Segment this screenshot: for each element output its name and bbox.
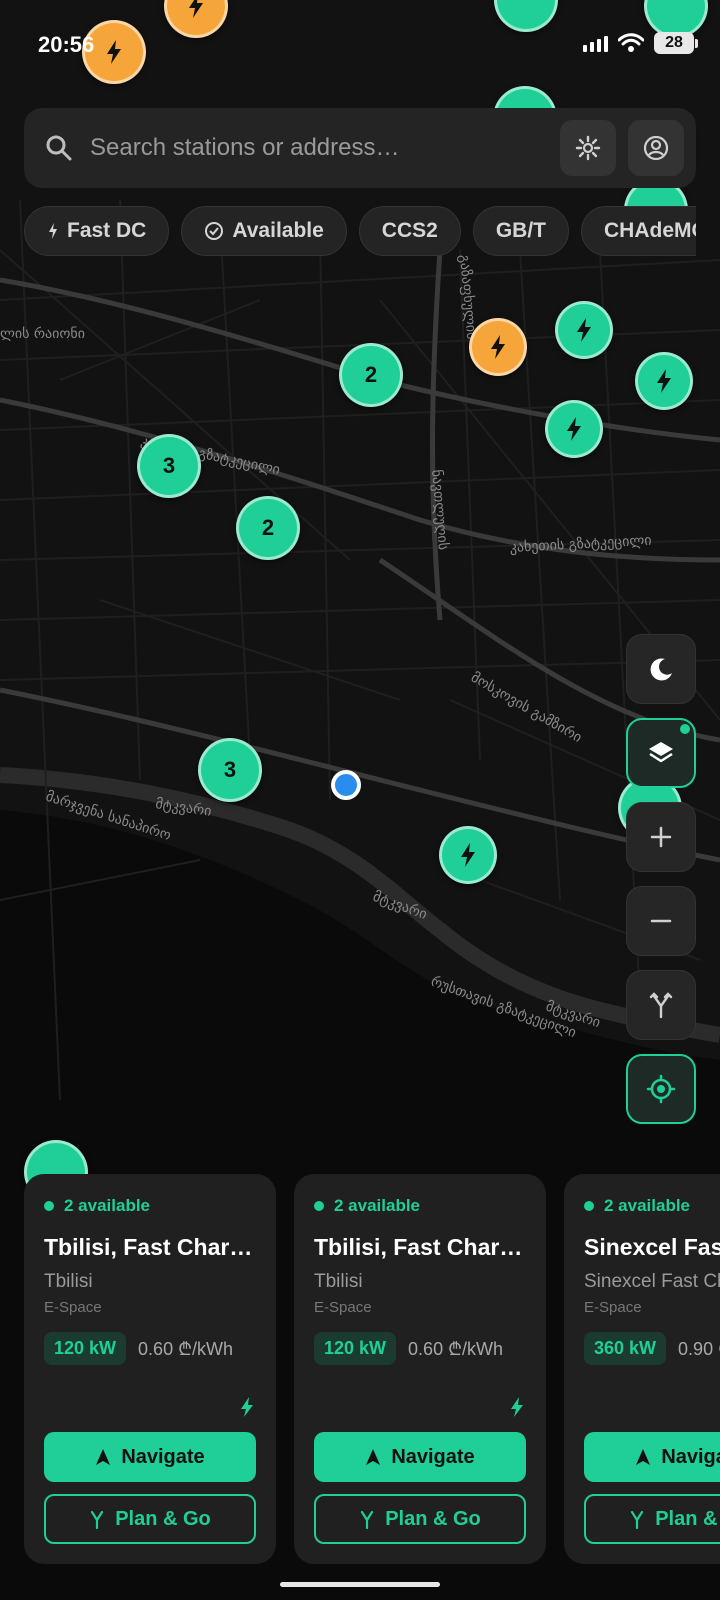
station-operator: E-Space <box>314 1299 372 1316</box>
navigate-button[interactable]: Navigate <box>584 1432 720 1482</box>
battery-icon: 28 <box>654 32 698 54</box>
price-label: 0.60 ₾/kWh <box>408 1338 503 1359</box>
status-icons: 28 <box>583 32 698 54</box>
chip-label: Available <box>232 219 324 242</box>
bolt-icon <box>657 369 671 393</box>
zoom-in-button[interactable] <box>626 802 696 872</box>
chip-label: GB/T <box>495 219 546 242</box>
bolt-icon <box>241 1397 253 1417</box>
filter-chip-available[interactable]: Available <box>181 206 347 256</box>
zoom-out-icon <box>650 919 672 923</box>
battery-level: 28 <box>654 32 694 54</box>
filter-chip-fast-dc[interactable]: Fast DC <box>24 206 170 256</box>
gear-icon <box>575 135 601 161</box>
filter-chip-gbt[interactable]: GB/T <box>472 206 569 256</box>
price-label: 0.60 ₾/kWh <box>138 1338 233 1359</box>
cluster-count: 3 <box>162 453 176 478</box>
station-marker[interactable] <box>439 826 497 884</box>
route-planner-button[interactable] <box>626 970 696 1040</box>
cluster-marker[interactable]: 3 <box>198 738 262 802</box>
price-label: 0.90 ₾/kWh <box>678 1338 720 1359</box>
route-fork-icon <box>649 992 673 1019</box>
moon-icon <box>650 658 672 681</box>
power-badge: 120 kW <box>44 1332 127 1365</box>
account-icon <box>643 135 669 161</box>
dark-mode-button[interactable] <box>626 634 696 704</box>
route-fork-icon <box>91 1510 104 1529</box>
station-city: Tbilisi <box>44 1271 93 1292</box>
bolt-icon <box>49 223 57 239</box>
navigation-arrow-icon <box>366 1449 381 1465</box>
street-label: ლის რაიონი <box>0 325 85 342</box>
station-operator: E-Space <box>584 1299 642 1316</box>
station-city: Tbilisi <box>314 1271 363 1292</box>
chip-label: CHAdeMO <box>604 219 696 242</box>
navigate-button[interactable]: Navigate <box>44 1432 256 1482</box>
station-name: Tbilisi, Fast Charger <box>44 1234 256 1260</box>
search-input[interactable]: Search stations or address… <box>90 134 560 162</box>
filter-chip-ccs2[interactable]: CCS2 <box>358 206 461 256</box>
bolt-icon <box>577 318 591 342</box>
station-marker[interactable] <box>555 301 613 359</box>
locate-me-button[interactable] <box>626 1054 696 1124</box>
route-fork-icon <box>631 1510 644 1529</box>
navigation-arrow-icon <box>636 1449 651 1465</box>
station-card[interactable]: 2 available Tbilisi, Fast Charger Tbilis… <box>294 1174 546 1564</box>
power-badge: 360 kW <box>584 1332 667 1365</box>
station-marker[interactable] <box>545 400 603 458</box>
account-button[interactable] <box>628 120 684 176</box>
cluster-count: 2 <box>261 515 275 540</box>
availability-status: 2 available <box>314 1196 526 1216</box>
status-time: 20:56 <box>38 32 95 57</box>
layers-indicator-dot <box>680 724 690 734</box>
signal-icon <box>583 34 608 52</box>
station-card[interactable]: 2 available Sinexcel Fast Charger Sinexc… <box>564 1174 720 1564</box>
bolt-icon <box>461 843 475 867</box>
cluster-marker[interactable]: 3 <box>137 434 201 498</box>
locate-icon <box>646 1074 676 1104</box>
map-controls <box>626 634 696 1124</box>
chip-label: Fast DC <box>67 219 147 242</box>
wifi-icon <box>618 33 644 52</box>
bolt-icon <box>189 0 203 18</box>
route-fork-icon <box>361 1510 374 1529</box>
station-name: Tbilisi, Fast Charger <box>314 1234 526 1260</box>
search-icon <box>46 135 72 161</box>
station-name: Sinexcel Fast Charger <box>584 1234 720 1260</box>
cluster-marker[interactable]: 2 <box>236 496 300 560</box>
navigate-button[interactable]: Navigate <box>314 1432 526 1482</box>
bolt-icon <box>491 335 505 359</box>
bolt-icon <box>107 40 121 64</box>
power-badge: 120 kW <box>314 1332 397 1365</box>
filter-chip-chademo[interactable]: CHAdeMO <box>581 206 696 256</box>
plan-and-go-button[interactable]: Plan & Go <box>314 1494 526 1544</box>
filter-chips: Fast DC Available CCS2 GB/T CHAdeMO <box>24 206 696 256</box>
zoom-out-button[interactable] <box>626 886 696 956</box>
station-card[interactable]: 2 available Tbilisi, Fast Charger Tbilis… <box>24 1174 276 1564</box>
user-location-dot <box>331 770 361 800</box>
station-marker[interactable] <box>635 352 693 410</box>
cluster-count: 3 <box>223 757 237 782</box>
station-cards[interactable]: 2 available Tbilisi, Fast Charger Tbilis… <box>24 1174 720 1564</box>
check-circle-icon <box>205 222 224 240</box>
search-bar[interactable]: Search stations or address… <box>24 108 696 188</box>
bolt-icon <box>511 1397 523 1417</box>
layers-icon <box>649 742 673 763</box>
cluster-marker[interactable]: 2 <box>339 343 403 407</box>
zoom-in-icon <box>650 826 672 848</box>
station-operator: E-Space <box>44 1299 102 1316</box>
cluster-count: 2 <box>364 362 378 387</box>
settings-button[interactable] <box>560 120 616 176</box>
plan-and-go-button[interactable]: Plan & Go <box>44 1494 256 1544</box>
availability-status: 2 available <box>584 1196 720 1216</box>
station-city: Sinexcel Fast Charger <box>584 1271 720 1292</box>
plan-and-go-button[interactable]: Plan & Go <box>584 1494 720 1544</box>
availability-status: 2 available <box>44 1196 256 1216</box>
bolt-icon <box>567 417 581 441</box>
station-marker-busy[interactable] <box>469 318 527 376</box>
navigation-arrow-icon <box>96 1449 111 1465</box>
chip-label: CCS2 <box>381 219 438 242</box>
home-indicator[interactable] <box>280 1582 440 1587</box>
layers-button[interactable] <box>626 718 696 788</box>
